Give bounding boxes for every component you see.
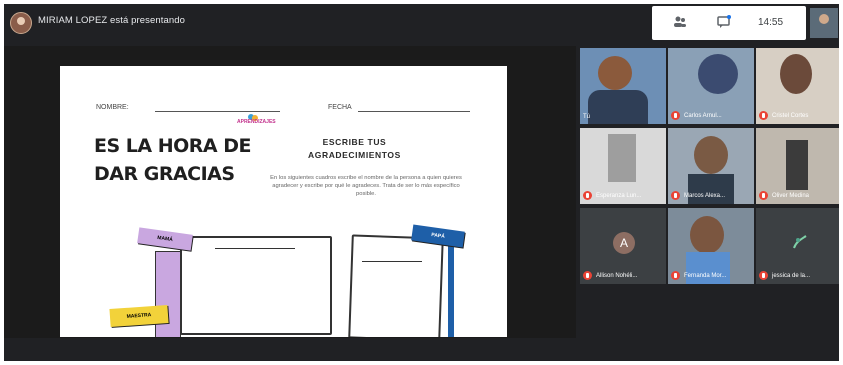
presentation-stage: NOMBRE: FECHA APRENDIZAJES ES LA HORA DE…	[4, 46, 576, 338]
participant-initial-avatar: A	[613, 232, 635, 254]
slide-subtitle: ESCRIBE TUS AGRADECIMIENTOS	[308, 136, 401, 162]
slide-title: ES LA HORA DE DAR GRACIAS	[94, 132, 251, 188]
date-label: FECHA	[328, 104, 352, 111]
participant-name: jessica de la...	[759, 271, 810, 280]
slide-title-line1: ES LA HORA DE	[94, 135, 251, 157]
participant-name: Tú	[583, 114, 591, 120]
mic-off-icon	[671, 111, 680, 120]
mama-sign: MAMÁ	[137, 227, 193, 251]
participant-tile[interactable]: Carlos Arnul...	[668, 48, 754, 124]
papa-post	[448, 244, 454, 337]
slide-title-line2: DAR GRACIAS	[94, 163, 235, 185]
bottom-bar	[4, 338, 839, 361]
participant-name: Marcos Alexa...	[671, 191, 725, 200]
participant-tile[interactable]: Fernanda Mor...	[668, 208, 754, 284]
papa-frame	[348, 234, 444, 337]
participant-tile[interactable]: Esperanza Lun...	[580, 128, 666, 204]
mic-off-icon	[671, 191, 680, 200]
participant-name: Carlos Arnul...	[671, 111, 722, 120]
participant-tile[interactable]: jessica de la...	[756, 208, 839, 284]
participant-face	[690, 216, 724, 254]
shared-slide: NOMBRE: FECHA APRENDIZAJES ES LA HORA DE…	[60, 66, 507, 337]
subtitle-line1: ESCRIBE TUS	[322, 137, 387, 147]
participant-name: Allison Nohéli...	[583, 271, 637, 280]
mic-off-icon	[583, 191, 592, 200]
name-label: NOMBRE:	[96, 104, 129, 111]
mic-off-icon	[759, 271, 768, 280]
date-line	[358, 111, 470, 112]
participant-face	[780, 54, 812, 94]
presenter-avatar	[10, 12, 32, 34]
papa-frame-line	[362, 261, 422, 262]
chat-icon[interactable]	[716, 14, 732, 30]
participant-face	[786, 140, 808, 190]
participant-face	[598, 56, 632, 90]
participant-tile[interactable]: Marcos Alexa...	[668, 128, 754, 204]
mama-frame	[180, 236, 332, 335]
meeting-info-panel: 14:55	[652, 6, 806, 40]
participant-shirt	[588, 90, 648, 124]
name-line	[155, 111, 280, 112]
subtitle-line2: AGRADECIMIENTOS	[308, 150, 401, 160]
mama-post	[155, 251, 181, 337]
participant-face	[608, 134, 636, 182]
mama-frame-line	[215, 248, 295, 249]
participant-name: Fernanda Mor...	[671, 271, 726, 280]
mic-off-icon	[583, 271, 592, 280]
participant-name: Esperanza Lun...	[583, 191, 641, 200]
top-bar: MIRIAM LOPEZ está presentando 14:55	[4, 4, 839, 40]
self-view-thumbnail[interactable]	[810, 8, 838, 38]
brand-text: APRENDIZAJES	[237, 119, 276, 125]
participant-face	[698, 54, 738, 94]
participant-face	[694, 136, 728, 174]
mic-off-icon	[759, 111, 768, 120]
participant-tile[interactable]: Oliver Medina	[756, 128, 839, 204]
meeting-window: MIRIAM LOPEZ está presentando 14:55 NOMB…	[4, 4, 839, 361]
participant-name: Oliver Medina	[759, 191, 809, 200]
participant-tile[interactable]: A Allison Nohéli...	[580, 208, 666, 284]
participant-tile[interactable]: Cristel Cortes	[756, 48, 839, 124]
participant-avatar-icon	[792, 234, 808, 250]
presenting-banner: MIRIAM LOPEZ está presentando	[38, 15, 186, 26]
participant-grid: Tú Carlos Arnul... Cristel Cortes Espera…	[580, 46, 839, 328]
clock: 14:55	[758, 17, 784, 28]
participant-tile[interactable]: Tú	[580, 48, 666, 124]
people-icon[interactable]	[672, 14, 688, 30]
mic-off-icon	[671, 271, 680, 280]
mic-off-icon	[759, 191, 768, 200]
slide-instructions: En los siguientes cuadros escribe el nom…	[270, 175, 462, 197]
participant-name: Cristel Cortes	[759, 111, 808, 120]
